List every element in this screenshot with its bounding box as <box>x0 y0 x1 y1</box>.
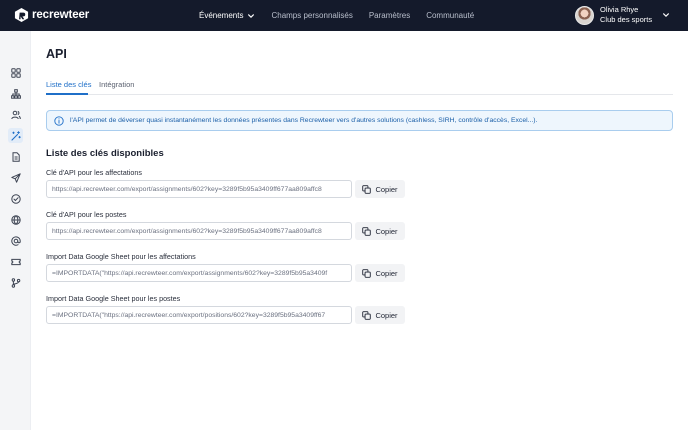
nav-item-parametres[interactable]: Paramètres <box>369 11 410 20</box>
nav-item-evenements[interactable]: Événements <box>199 11 255 20</box>
users-icon[interactable] <box>8 107 23 122</box>
copy-button[interactable]: Copier <box>355 264 405 282</box>
copy-icon <box>362 310 372 320</box>
brand-logo[interactable]: recrewteer <box>14 7 89 23</box>
field-label-cle-affectations: Clé d'API pour les affectations <box>46 168 142 177</box>
copy-icon <box>362 268 372 278</box>
git-branch-icon[interactable] <box>8 275 23 290</box>
gsheet-postes-field[interactable] <box>46 306 352 324</box>
copy-button-label: Copier <box>375 310 398 320</box>
copy-button-label: Copier <box>375 268 398 278</box>
chevron-down-icon <box>248 13 255 18</box>
send-icon[interactable] <box>8 170 23 185</box>
copy-icon <box>362 184 372 194</box>
document-icon[interactable] <box>8 149 23 164</box>
gsheet-affectations-field[interactable] <box>46 264 352 282</box>
field-label-gsheet-affectations: Import Data Google Sheet pour les affect… <box>46 252 196 261</box>
main-nav: Événements Champs personnalisés Paramètr… <box>199 0 490 31</box>
field-label-gsheet-postes: Import Data Google Sheet pour les postes <box>46 294 181 303</box>
copy-button[interactable]: Copier <box>355 222 405 240</box>
check-circle-icon[interactable] <box>8 191 23 206</box>
dashboard-grid-icon[interactable] <box>8 65 23 80</box>
copy-button-label: Copier <box>375 226 398 236</box>
chevron-down-icon[interactable] <box>662 11 670 19</box>
api-key-affectations-field[interactable] <box>46 180 352 198</box>
info-banner-text: l'API permet de déverser quasi instantan… <box>70 117 538 124</box>
copy-button[interactable]: Copier <box>355 306 405 324</box>
tab-bar: Liste des clés Intégration <box>46 77 673 95</box>
nav-item-label: Communauté <box>426 11 475 20</box>
copy-button-label: Copier <box>375 184 398 194</box>
info-icon <box>54 115 64 126</box>
nav-item-champs-personnalises[interactable]: Champs personnalisés <box>271 11 352 20</box>
top-navigation-bar: recrewteer Événements Champs personnalis… <box>0 0 688 31</box>
page-title: API <box>46 47 67 61</box>
user-info: Olivia Rhye Club des sports <box>600 5 652 25</box>
magic-wand-icon[interactable] <box>8 128 23 143</box>
user-menu[interactable]: Olivia Rhye Club des sports <box>575 5 669 25</box>
logo-mark-icon <box>14 7 29 23</box>
brand-name: recrewteer <box>32 9 90 21</box>
section-title: Liste des clés disponibles <box>46 148 164 159</box>
info-banner: l'API permet de déverser quasi instantan… <box>46 110 673 131</box>
nav-item-label: Événements <box>199 11 244 20</box>
at-sign-icon[interactable] <box>8 233 23 248</box>
copy-button[interactable]: Copier <box>355 180 405 198</box>
sidebar <box>0 31 31 430</box>
ticket-icon[interactable] <box>8 254 23 269</box>
nav-item-label: Champs personnalisés <box>271 11 353 20</box>
nav-item-label: Paramètres <box>368 11 411 20</box>
api-key-postes-field[interactable] <box>46 222 352 240</box>
copy-icon <box>362 226 372 236</box>
tab-liste-des-cles[interactable]: Liste des clés <box>46 80 91 89</box>
active-tab-indicator <box>46 93 88 95</box>
globe-icon[interactable] <box>8 212 23 227</box>
org-chart-icon[interactable] <box>8 86 23 101</box>
user-club: Club des sports <box>600 15 653 24</box>
user-name: Olivia Rhye <box>600 5 639 14</box>
avatar[interactable] <box>575 5 594 25</box>
tab-integration[interactable]: Intégration <box>99 80 134 89</box>
nav-item-communaute[interactable]: Communauté <box>426 11 474 20</box>
field-label-cle-postes: Clé d'API pour les postes <box>46 210 127 219</box>
